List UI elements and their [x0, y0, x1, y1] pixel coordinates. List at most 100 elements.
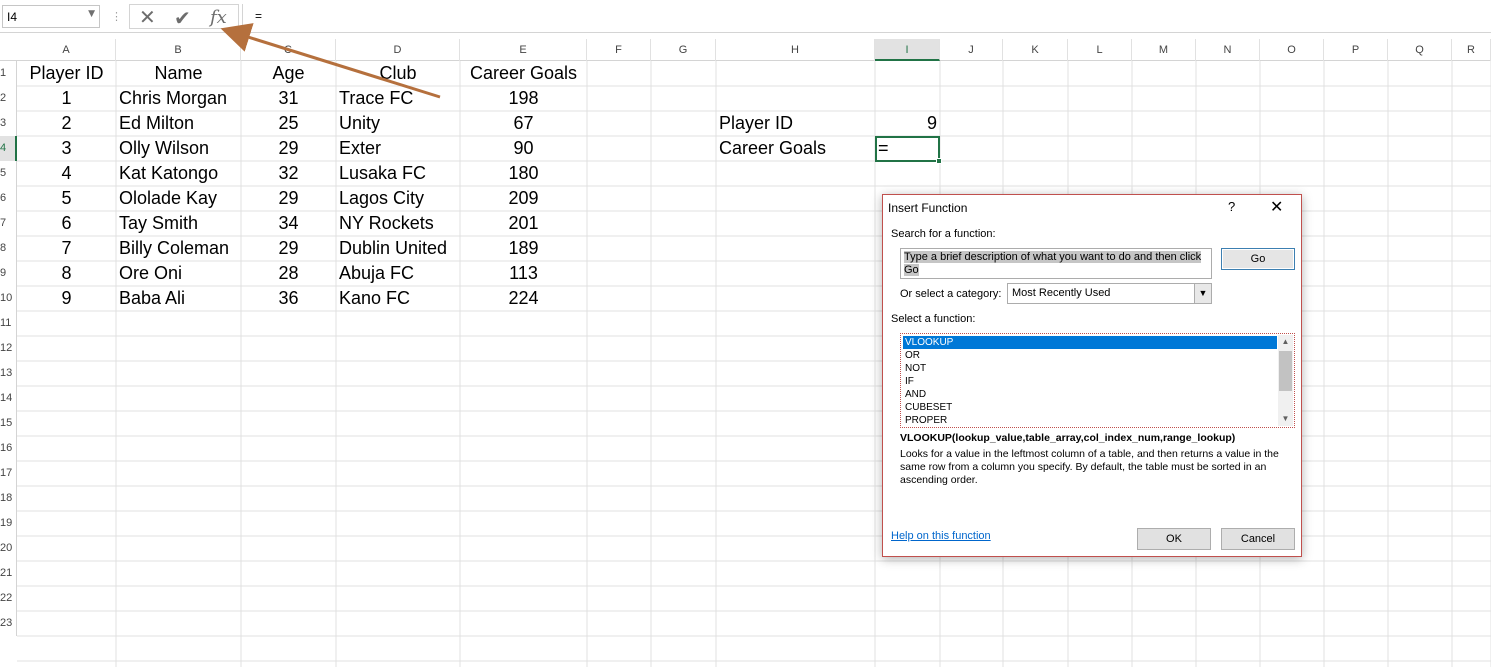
table-cell[interactable]: 224	[460, 286, 587, 311]
row-header-6[interactable]: 6	[0, 186, 17, 211]
row-header-22[interactable]: 22	[0, 586, 17, 611]
row-header-15[interactable]: 15	[0, 411, 17, 436]
go-button[interactable]: Go	[1221, 248, 1295, 270]
table-cell[interactable]: 5	[17, 186, 116, 211]
column-header-d[interactable]: D	[336, 39, 460, 61]
row-header-12[interactable]: 12	[0, 336, 17, 361]
column-header-r[interactable]: R	[1452, 39, 1491, 61]
table-cell[interactable]: 32	[241, 161, 336, 186]
table-cell[interactable]: 9	[17, 286, 116, 311]
table-cell[interactable]: 6	[17, 211, 116, 236]
table-cell[interactable]: 31	[241, 86, 336, 111]
close-x-icon[interactable]: ✕	[139, 5, 156, 29]
table-cell[interactable]: 90	[460, 136, 587, 161]
table-cell[interactable]: 3	[17, 136, 116, 161]
row-header-23[interactable]: 23	[0, 611, 17, 636]
table-cell[interactable]: Dublin United	[336, 236, 460, 261]
table-cell[interactable]: Billy Coleman	[116, 236, 241, 261]
column-header-m[interactable]: M	[1132, 39, 1196, 61]
table-cell[interactable]: 201	[460, 211, 587, 236]
table-cell[interactable]: Unity	[336, 111, 460, 136]
chevron-down-icon[interactable]: ▼	[1194, 284, 1211, 303]
column-header-l[interactable]: L	[1068, 39, 1132, 61]
cancel-button[interactable]: Cancel	[1221, 528, 1295, 550]
table-cell[interactable]: 198	[460, 86, 587, 111]
table-cell[interactable]: Ololade Kay	[116, 186, 241, 211]
table-cell[interactable]: Tay Smith	[116, 211, 241, 236]
row-header-5[interactable]: 5	[0, 161, 17, 186]
column-header-c[interactable]: C	[241, 39, 336, 61]
lookup-id-value[interactable]: 9	[875, 111, 940, 136]
column-header-f[interactable]: F	[587, 39, 651, 61]
table-cell[interactable]: 29	[241, 136, 336, 161]
function-list[interactable]: ▲ ▼ VLOOKUP OR NOT IF AND CUBESET PROPER	[900, 333, 1295, 428]
column-header-i[interactable]: I	[875, 39, 940, 61]
table-cell[interactable]: 113	[460, 261, 587, 286]
table-cell[interactable]: 36	[241, 286, 336, 311]
table-cell[interactable]: Abuja FC	[336, 261, 460, 286]
row-header-11[interactable]: 11	[0, 311, 17, 336]
lookup-goals-label[interactable]: Career Goals	[716, 136, 875, 161]
insert-function-button[interactable]: fx	[210, 7, 227, 28]
table-cell[interactable]: 189	[460, 236, 587, 261]
table-cell[interactable]: NY Rockets	[336, 211, 460, 236]
table-cell[interactable]: 180	[460, 161, 587, 186]
column-header-p[interactable]: P	[1324, 39, 1388, 61]
scroll-up-icon[interactable]: ▲	[1278, 335, 1293, 349]
row-header-18[interactable]: 18	[0, 486, 17, 511]
header-cell[interactable]: Player ID	[17, 61, 116, 86]
row-header-4[interactable]: 4	[0, 136, 17, 161]
table-cell[interactable]: 2	[17, 111, 116, 136]
function-search-input[interactable]: Type a brief description of what you wan…	[900, 248, 1212, 279]
row-header-8[interactable]: 8	[0, 236, 17, 261]
table-cell[interactable]: 4	[17, 161, 116, 186]
function-item[interactable]: AND	[903, 388, 1277, 401]
table-cell[interactable]: Baba Ali	[116, 286, 241, 311]
row-header-3[interactable]: 3	[0, 111, 17, 136]
table-cell[interactable]: 25	[241, 111, 336, 136]
table-cell[interactable]: Trace FC	[336, 86, 460, 111]
table-cell[interactable]: 29	[241, 236, 336, 261]
table-cell[interactable]: Ed Milton	[116, 111, 241, 136]
row-header-9[interactable]: 9	[0, 261, 17, 286]
row-header-10[interactable]: 10	[0, 286, 17, 311]
row-header-17[interactable]: 17	[0, 461, 17, 486]
help-icon[interactable]: ?	[1228, 199, 1235, 214]
function-item[interactable]: IF	[903, 375, 1277, 388]
row-header-14[interactable]: 14	[0, 386, 17, 411]
drag-handle-icon[interactable]: ⋮	[111, 10, 122, 23]
column-header-g[interactable]: G	[651, 39, 716, 61]
column-header-o[interactable]: O	[1260, 39, 1324, 61]
row-header-13[interactable]: 13	[0, 361, 17, 386]
column-header-q[interactable]: Q	[1388, 39, 1452, 61]
row-header-2[interactable]: 2	[0, 86, 17, 111]
function-item[interactable]: CUBESET	[903, 401, 1277, 414]
fill-handle[interactable]	[936, 158, 942, 164]
category-select[interactable]: Most Recently Used ▼	[1007, 283, 1212, 304]
row-header-20[interactable]: 20	[0, 536, 17, 561]
table-cell[interactable]: 209	[460, 186, 587, 211]
table-cell[interactable]: Lusaka FC	[336, 161, 460, 186]
table-cell[interactable]: Chris Morgan	[116, 86, 241, 111]
scroll-thumb[interactable]	[1279, 351, 1292, 391]
ok-button[interactable]: OK	[1137, 528, 1211, 550]
header-cell[interactable]: Career Goals	[460, 61, 587, 86]
column-header-h[interactable]: H	[716, 39, 875, 61]
column-header-j[interactable]: J	[940, 39, 1003, 61]
column-header-k[interactable]: K	[1003, 39, 1068, 61]
function-item[interactable]: PROPER	[903, 414, 1277, 427]
table-cell[interactable]: 28	[241, 261, 336, 286]
table-cell[interactable]: Kat Katongo	[116, 161, 241, 186]
table-cell[interactable]: Exter	[336, 136, 460, 161]
column-header-b[interactable]: B	[116, 39, 241, 61]
table-cell[interactable]: Lagos City	[336, 186, 460, 211]
chevron-down-icon[interactable]: ▼	[88, 9, 95, 19]
scroll-down-icon[interactable]: ▼	[1278, 412, 1293, 426]
help-link[interactable]: Help on this function	[891, 530, 991, 542]
header-cell[interactable]: Club	[336, 61, 460, 86]
function-item[interactable]: VLOOKUP	[903, 336, 1277, 349]
column-header-e[interactable]: E	[460, 39, 587, 61]
lookup-id-label[interactable]: Player ID	[716, 111, 875, 136]
column-header-a[interactable]: A	[17, 39, 116, 61]
row-header-19[interactable]: 19	[0, 511, 17, 536]
